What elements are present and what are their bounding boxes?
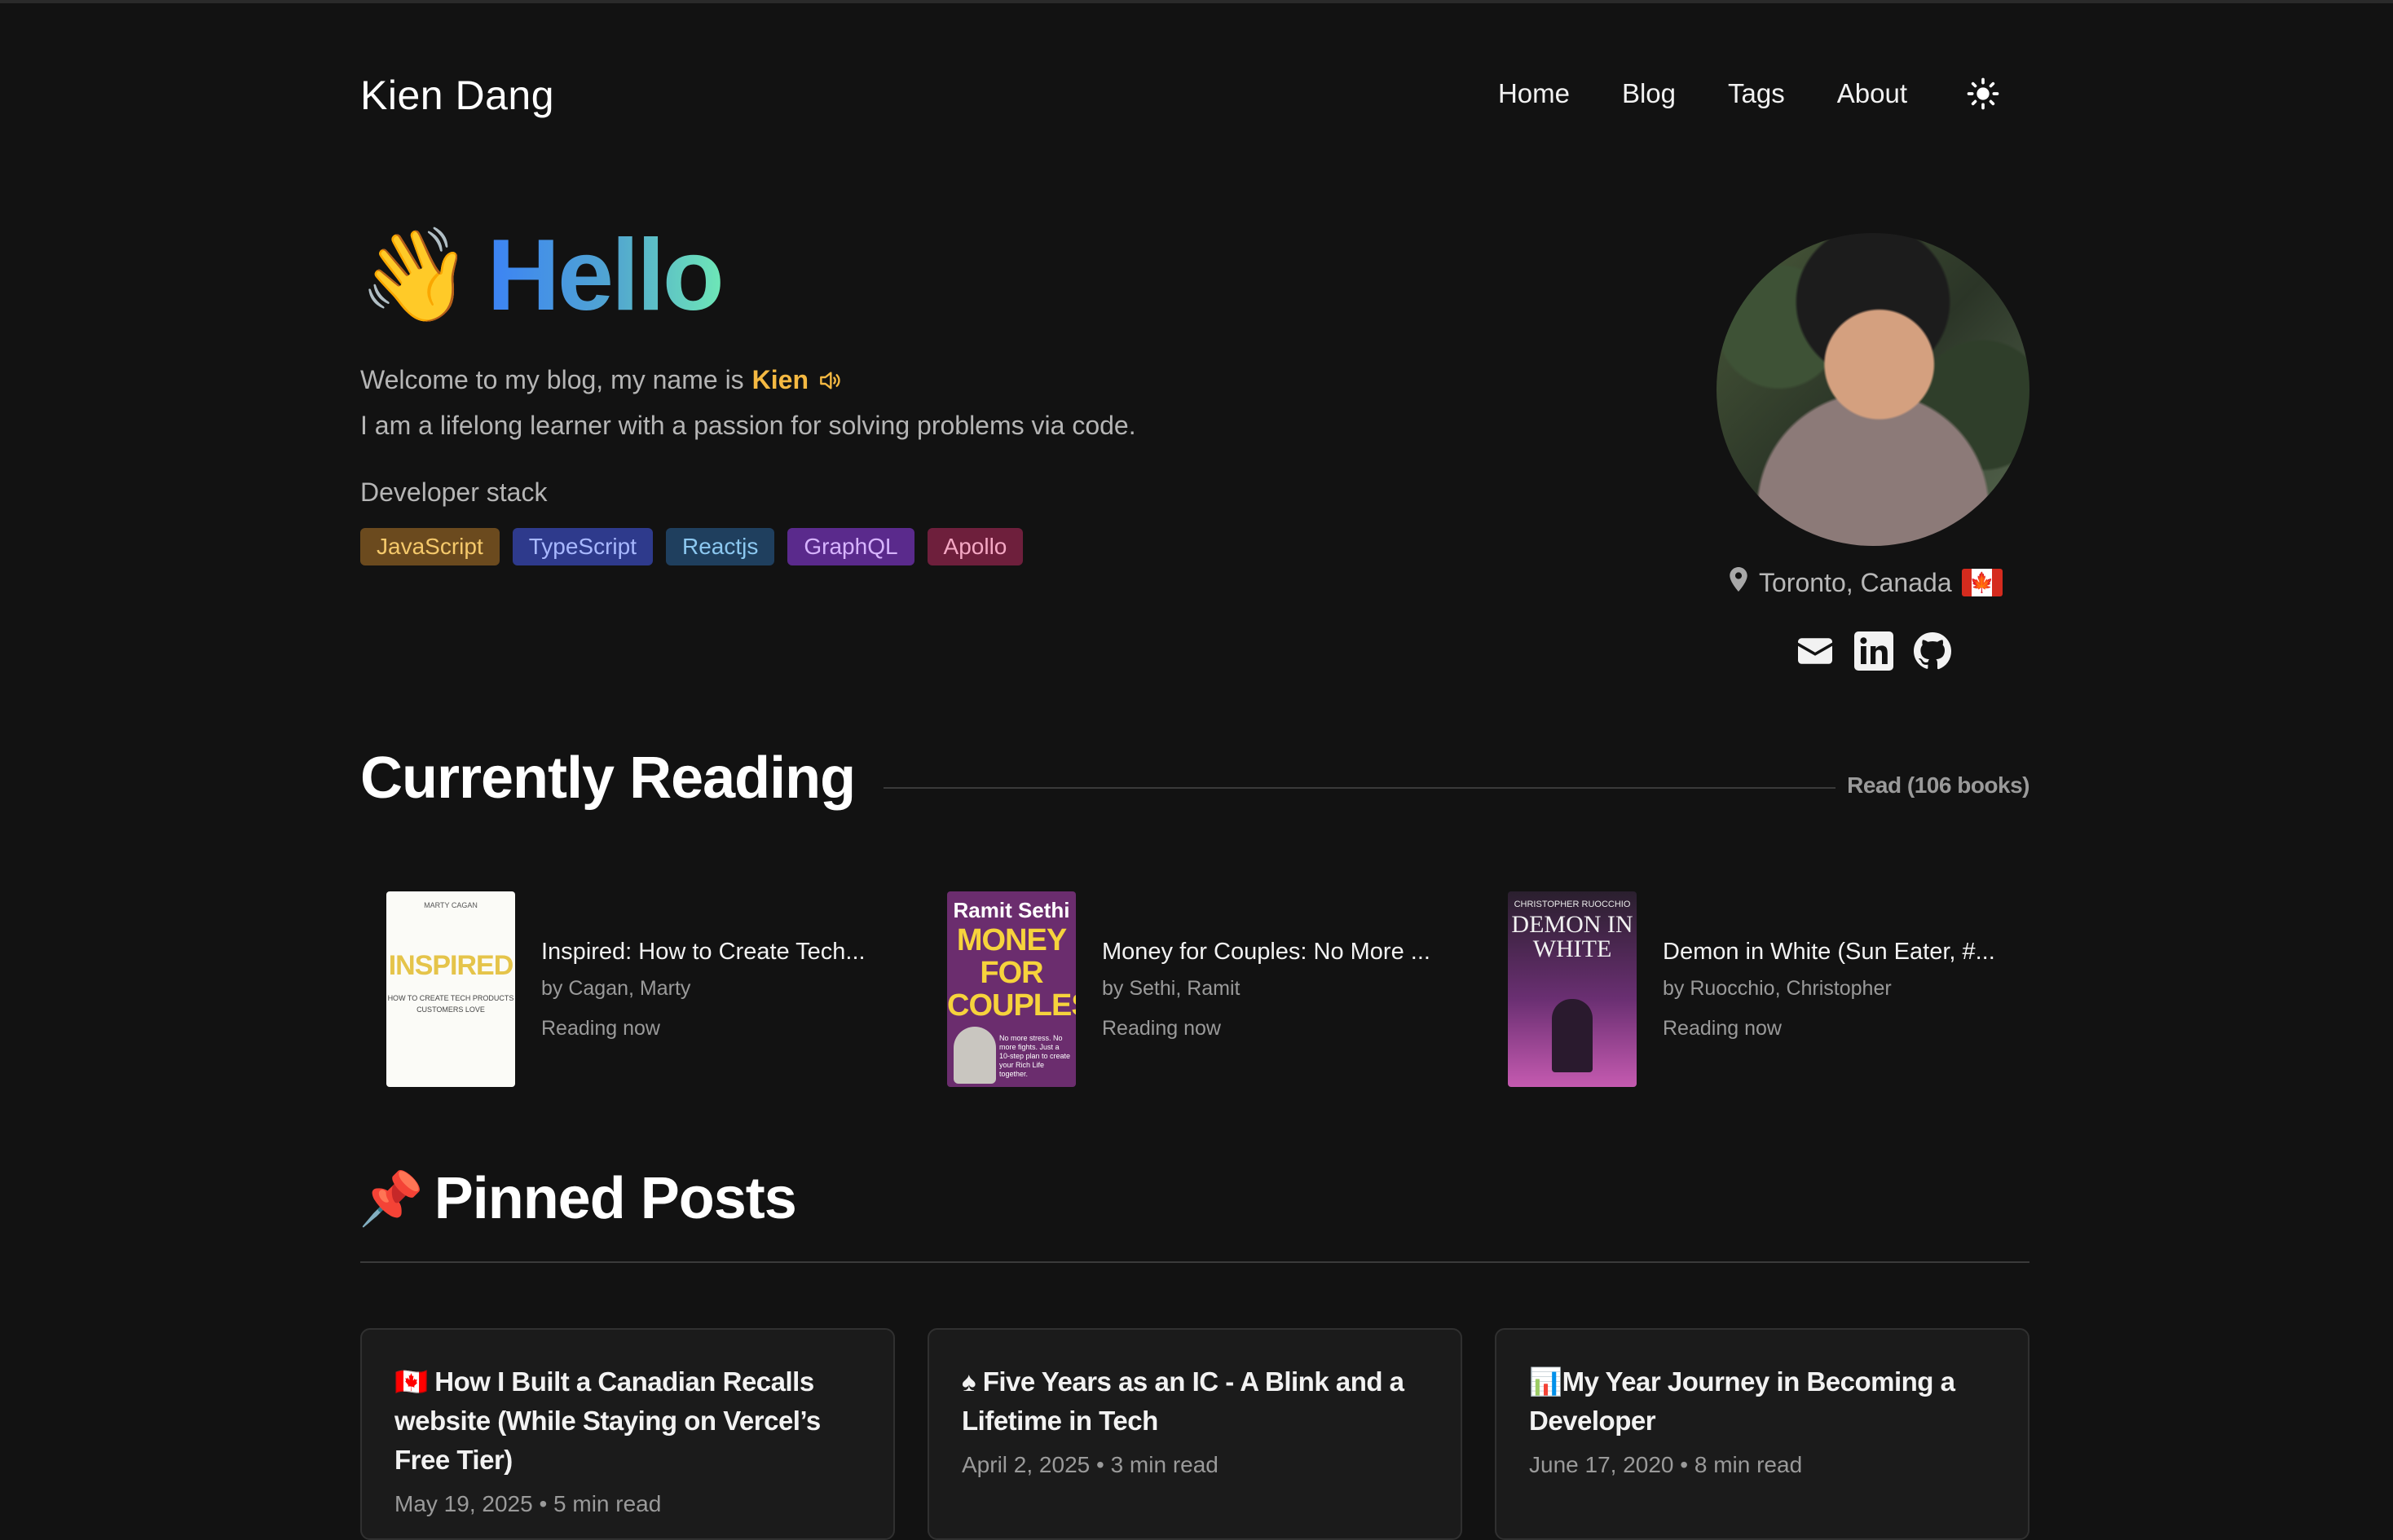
github-icon[interactable] — [1912, 631, 1953, 671]
book-cover[interactable]: Ramit Sethi MONEY FOR COUPLES No more st… — [947, 891, 1076, 1087]
chip-reactjs[interactable]: Reactjs — [666, 528, 775, 565]
location-pin-icon — [1728, 567, 1749, 598]
post-meta: May 19, 2025 • 5 min read — [394, 1491, 662, 1516]
nav-home[interactable]: Home — [1498, 78, 1570, 109]
currently-reading-heading: Currently Reading — [360, 746, 856, 811]
books-read-link[interactable]: Read (106 books) — [1847, 772, 2029, 799]
book-cover[interactable]: CHRISTOPHER RUOCCHIO DEMON IN WHITE — [1508, 891, 1637, 1087]
book-status: Reading now — [541, 1016, 660, 1040]
book-author: by Cagan, Marty — [541, 976, 691, 1000]
tagline: I am a lifelong learner with a passion f… — [360, 411, 1136, 440]
nav-blog[interactable]: Blog — [1622, 78, 1676, 109]
main-nav: Home Blog Tags About — [1498, 75, 2002, 112]
chip-typescript[interactable]: TypeScript — [512, 528, 653, 565]
social-links — [1795, 631, 1953, 671]
book-author: by Sethi, Ramit — [1102, 976, 1241, 1000]
chip-apollo[interactable]: Apollo — [927, 528, 1024, 565]
post-title[interactable]: 📊My Year Journey in Becoming a Developer — [1529, 1362, 1995, 1441]
top-border — [0, 0, 2393, 3]
speaker-icon[interactable] — [817, 367, 843, 394]
sun-icon[interactable] — [1964, 75, 2002, 112]
book-title[interactable]: Demon in White (Sun Eater, #... — [1663, 939, 2005, 966]
chip-javascript[interactable]: JavaScript — [360, 528, 500, 565]
post-title[interactable]: 🇨🇦 How I Built a Canadian Recalls websit… — [394, 1362, 861, 1480]
book-card[interactable]: CHRISTOPHER RUOCCHIO DEMON IN WHITE Demo… — [1508, 891, 2005, 1087]
nav-tags[interactable]: Tags — [1728, 78, 1785, 109]
hello-text: Hello — [487, 219, 724, 332]
book-status: Reading now — [1102, 1016, 1221, 1040]
book-card[interactable]: MARTY CAGAN INSPIRED HOW TO CREATE TECH … — [386, 891, 884, 1087]
avatar — [1717, 233, 2029, 546]
pinned-posts-heading: 📌 Pinned Posts — [359, 1165, 797, 1232]
canada-flag-icon: 🍁 — [1961, 569, 2003, 596]
hero-heading: 👋 Hello — [359, 219, 725, 332]
book-cover[interactable]: MARTY CAGAN INSPIRED HOW TO CREATE TECH … — [386, 891, 515, 1087]
post-card[interactable]: ♠ Five Years as an IC - A Blink and a Li… — [928, 1328, 1462, 1540]
nav-about[interactable]: About — [1837, 78, 1907, 109]
welcome-prefix: Welcome to my blog, my name is — [360, 365, 744, 394]
waving-hand-emoji: 👋 — [359, 224, 473, 326]
post-meta: June 17, 2020 • 8 min read — [1529, 1452, 1803, 1477]
book-title[interactable]: Money for Couples: No More ... — [1102, 939, 1444, 966]
book-title[interactable]: Inspired: How to Create Tech... — [541, 939, 884, 966]
chip-graphql[interactable]: GraphQL — [787, 528, 914, 565]
book-info: Inspired: How to Create Tech... by Cagan… — [541, 939, 884, 1041]
book-info: Money for Couples: No More ... by Sethi,… — [1102, 939, 1444, 1041]
welcome-line: Welcome to my blog, my name is Kien — [360, 365, 843, 395]
post-card[interactable]: 📊My Year Journey in Becoming a Developer… — [1495, 1328, 2029, 1540]
stack-label: Developer stack — [360, 477, 548, 507]
site-title[interactable]: Kien Dang — [360, 72, 554, 119]
linkedin-icon[interactable] — [1853, 631, 1894, 671]
author-name: Kien — [751, 365, 809, 394]
mail-icon[interactable] — [1795, 631, 1836, 671]
book-status: Reading now — [1663, 1016, 1782, 1040]
section-divider — [884, 787, 1836, 789]
location-text: Toronto, Canada — [1759, 567, 1952, 597]
post-title[interactable]: ♠ Five Years as an IC - A Blink and a Li… — [962, 1362, 1428, 1441]
post-meta: April 2, 2025 • 3 min read — [962, 1452, 1219, 1477]
book-card[interactable]: Ramit Sethi MONEY FOR COUPLES No more st… — [947, 891, 1444, 1087]
pinned-posts-title: Pinned Posts — [434, 1166, 797, 1231]
section-divider — [360, 1261, 2029, 1263]
book-info: Demon in White (Sun Eater, #... by Ruocc… — [1663, 939, 2005, 1041]
pushpin-emoji: 📌 — [359, 1168, 424, 1228]
book-author: by Ruocchio, Christopher — [1663, 976, 1892, 1000]
stack-chips: JavaScript TypeScript Reactjs GraphQL Ap… — [360, 528, 1024, 565]
location: Toronto, Canada 🍁 — [1728, 567, 2003, 598]
post-card[interactable]: 🇨🇦 How I Built a Canadian Recalls websit… — [360, 1328, 895, 1540]
